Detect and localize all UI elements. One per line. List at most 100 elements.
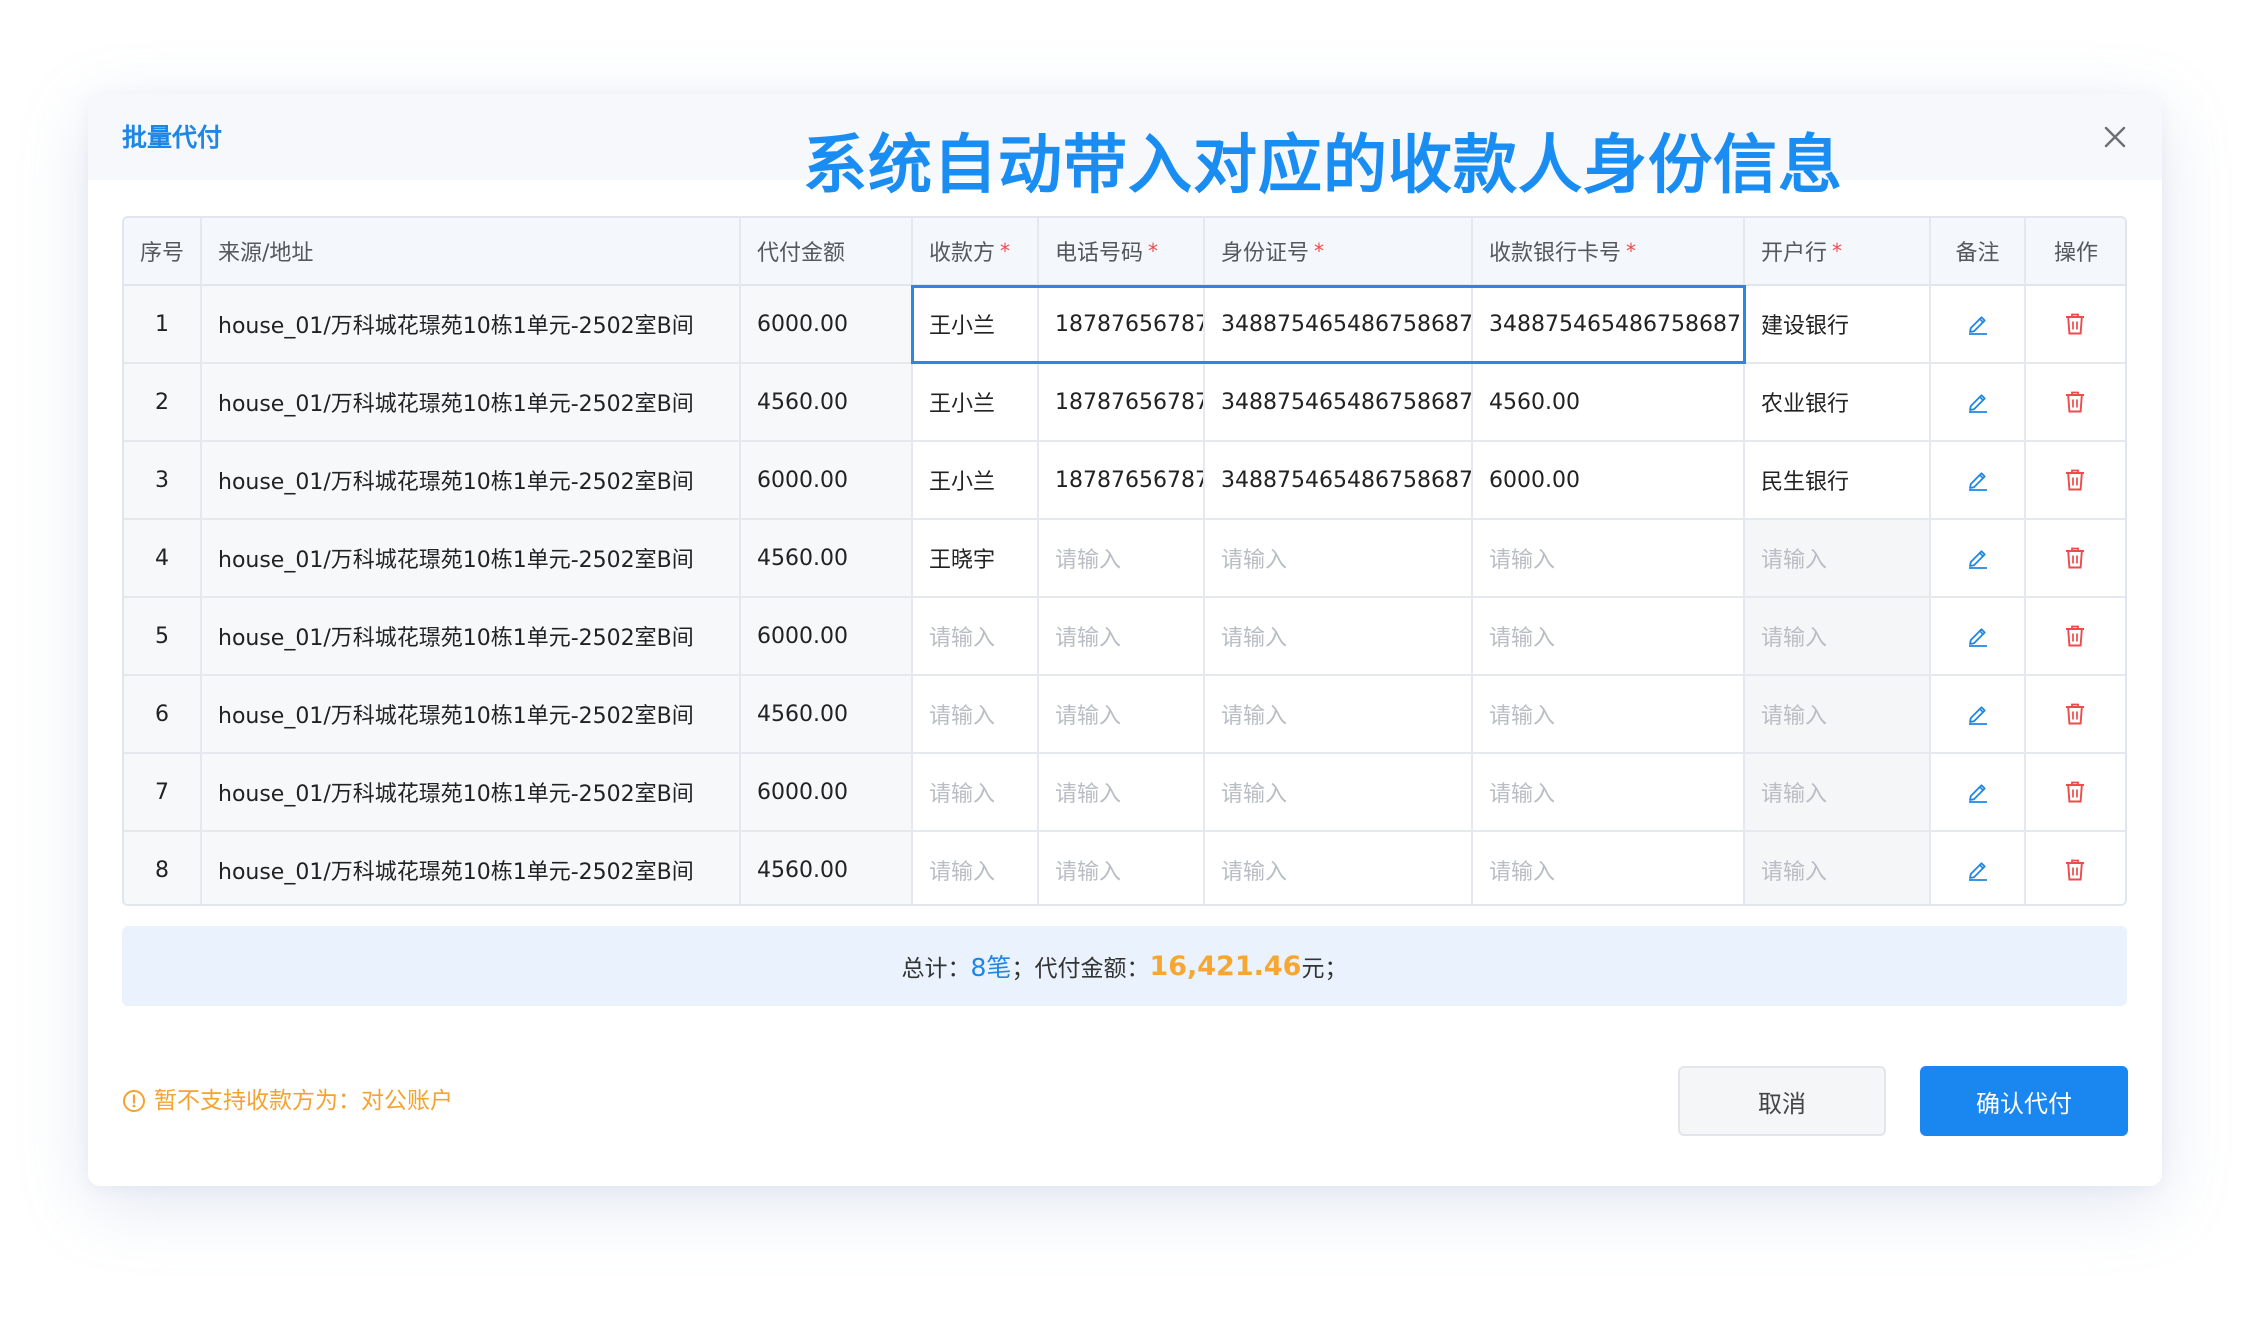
id-card-input[interactable]: 请输入	[1205, 598, 1473, 676]
phone-input[interactable]: 请输入	[1039, 754, 1205, 832]
row-ops-cell	[2026, 520, 2125, 598]
payment-table: 序号 来源/地址 代付金额 收款方 * 电话号码 * 身份证号 * 收款银行卡号 * 开…	[122, 216, 2127, 906]
card-no-input[interactable]: 请输入	[1473, 598, 1745, 676]
summary-unit: 元；	[1301, 956, 1348, 982]
id-card-input[interactable]: 请输入	[1205, 520, 1473, 598]
header-source: 来源/地址	[202, 218, 741, 286]
card-no-input[interactable]: 请输入	[1473, 676, 1745, 754]
card-no-input[interactable]: 请输入	[1473, 520, 1745, 598]
payee-input[interactable]: 王小兰	[913, 286, 1039, 364]
id-card-input[interactable]: 348875465486758687	[1205, 442, 1473, 520]
summary-amount: 16,421.46	[1149, 950, 1302, 982]
required-mark: *	[1832, 239, 1843, 263]
card-no-input[interactable]: 请输入	[1473, 832, 1745, 904]
payee-input[interactable]: 请输入	[913, 832, 1039, 904]
id-card-input[interactable]: 348875465486758687	[1205, 364, 1473, 442]
header-amount: 代付金额	[741, 218, 913, 286]
trash-icon[interactable]	[2064, 312, 2088, 336]
header-id-card: 身份证号 *	[1205, 218, 1473, 286]
payee-input[interactable]: 王晓宇	[913, 520, 1039, 598]
cancel-button[interactable]: 取消	[1678, 1066, 1886, 1136]
id-card-input[interactable]: 请输入	[1205, 676, 1473, 754]
bank-input[interactable]: 请输入	[1745, 598, 1931, 676]
row-ops-cell	[2026, 754, 2125, 832]
phone-input[interactable]: 18787656787	[1039, 442, 1205, 520]
trash-icon[interactable]	[2064, 702, 2088, 726]
bank-input[interactable]: 请输入	[1745, 754, 1931, 832]
confirm-payment-button[interactable]: 确认代付	[1920, 1066, 2128, 1136]
trash-icon[interactable]	[2064, 624, 2088, 648]
phone-input[interactable]: 请输入	[1039, 832, 1205, 904]
row-amount: 6000.00	[741, 442, 913, 520]
row-source: house_01/万科城花璟苑10栋1单元-2502室B间	[202, 754, 741, 832]
summary-bar: 总计： 8笔 ；代付金额： 16,421.46 元；	[122, 926, 2127, 1006]
bank-input[interactable]: 请输入	[1745, 676, 1931, 754]
edit-icon[interactable]	[1966, 468, 1990, 492]
card-no-input[interactable]: 4560.00	[1473, 364, 1745, 442]
card-no-input[interactable]: 请输入	[1473, 754, 1745, 832]
phone-input[interactable]: 18787656787	[1039, 364, 1205, 442]
phone-input[interactable]: 18787656787	[1039, 286, 1205, 364]
row-source: house_01/万科城花璟苑10栋1单元-2502室B间	[202, 286, 741, 364]
phone-input[interactable]: 请输入	[1039, 598, 1205, 676]
row-index: 3	[124, 442, 202, 520]
header-phone-label: 电话号码	[1055, 241, 1144, 266]
edit-icon[interactable]	[1966, 780, 1990, 804]
dialog-title: 批量代付	[122, 123, 223, 152]
payee-input[interactable]: 王小兰	[913, 364, 1039, 442]
trash-icon[interactable]	[2064, 858, 2088, 882]
row-index: 6	[124, 676, 202, 754]
banner-caption: 系统自动带入对应的收款人身份信息	[803, 129, 1843, 203]
row-ops-cell	[2026, 442, 2125, 520]
table-row: 3 house_01/万科城花璟苑10栋1单元-2502室B间 6000.00 王小兰…	[124, 442, 2125, 520]
id-card-input[interactable]: 请输入	[1205, 754, 1473, 832]
row-amount: 6000.00	[741, 598, 913, 676]
payee-input[interactable]: 请输入	[913, 754, 1039, 832]
id-card-input[interactable]: 348875465486758687	[1205, 286, 1473, 364]
table-row: 1 house_01/万科城花璟苑10栋1单元-2502室B间 6000.00 王小兰…	[124, 286, 2125, 364]
trash-icon[interactable]	[2064, 546, 2088, 570]
edit-icon[interactable]	[1966, 546, 1990, 570]
trash-icon[interactable]	[2064, 468, 2088, 492]
bank-input[interactable]: 请输入	[1745, 520, 1931, 598]
row-amount: 4560.00	[741, 832, 913, 904]
payee-input[interactable]: 请输入	[913, 598, 1039, 676]
card-no-input[interactable]: 6000.00	[1473, 442, 1745, 520]
phone-input[interactable]: 请输入	[1039, 520, 1205, 598]
bank-input[interactable]: 建设银行	[1745, 286, 1931, 364]
card-no-input[interactable]: 348875465486758687	[1473, 286, 1745, 364]
warning-circle-icon	[123, 1090, 145, 1112]
trash-icon[interactable]	[2064, 390, 2088, 414]
header-id-card-label: 身份证号	[1221, 241, 1310, 266]
bank-input[interactable]: 民生银行	[1745, 442, 1931, 520]
edit-icon[interactable]	[1966, 390, 1990, 414]
edit-icon[interactable]	[1966, 312, 1990, 336]
id-card-input[interactable]: 请输入	[1205, 832, 1473, 904]
header-payee-label: 收款方	[929, 241, 996, 266]
header-ops: 操作	[2026, 218, 2125, 286]
edit-icon[interactable]	[1966, 624, 1990, 648]
row-note-cell	[1931, 286, 2026, 364]
summary-separator: ；代付金额：	[1011, 956, 1150, 982]
bank-input[interactable]: 农业银行	[1745, 364, 1931, 442]
bank-input[interactable]: 请输入	[1745, 832, 1931, 904]
header-bank: 开户行 *	[1745, 218, 1931, 286]
edit-icon[interactable]	[1966, 702, 1990, 726]
row-ops-cell	[2026, 364, 2125, 442]
row-source: house_01/万科城花璟苑10栋1单元-2502室B间	[202, 520, 741, 598]
table-row: 2 house_01/万科城花璟苑10栋1单元-2502室B间 4560.00 王小兰…	[124, 364, 2125, 442]
payee-input[interactable]: 请输入	[913, 676, 1039, 754]
summary-count: 8笔	[970, 953, 1012, 982]
close-icon[interactable]	[2104, 126, 2126, 148]
edit-icon[interactable]	[1966, 858, 1990, 882]
row-index: 7	[124, 754, 202, 832]
notice-text: 暂不支持收款方为：对公账户	[154, 1088, 453, 1114]
row-ops-cell	[2026, 286, 2125, 364]
phone-input[interactable]: 请输入	[1039, 676, 1205, 754]
row-note-cell	[1931, 754, 2026, 832]
table-row: 5 house_01/万科城花璟苑10栋1单元-2502室B间 6000.00 请输入…	[124, 598, 2125, 676]
row-source: house_01/万科城花璟苑10栋1单元-2502室B间	[202, 442, 741, 520]
trash-icon[interactable]	[2064, 780, 2088, 804]
notice: 暂不支持收款方为：对公账户	[122, 1086, 453, 1116]
payee-input[interactable]: 王小兰	[913, 442, 1039, 520]
